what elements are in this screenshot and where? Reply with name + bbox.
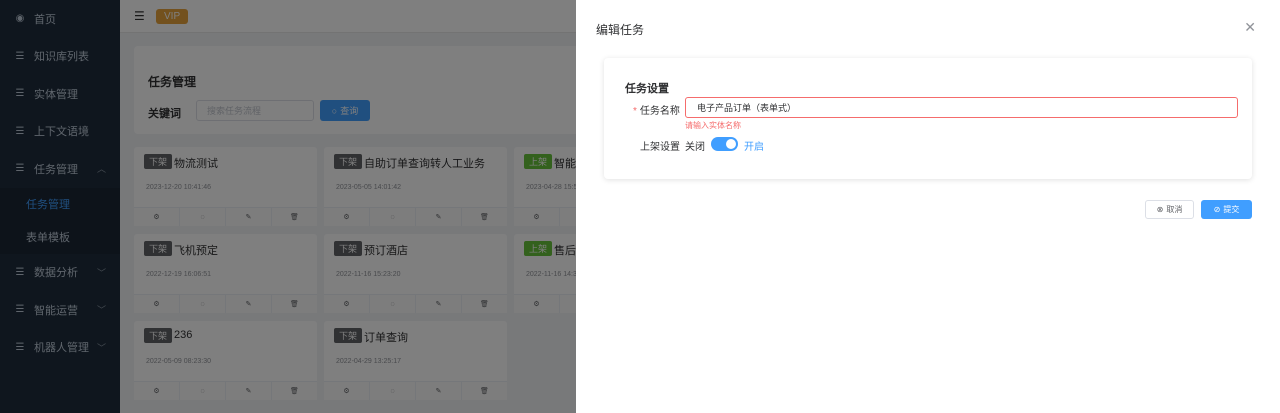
validation-error: 请输入实体名称 — [685, 121, 741, 130]
check-circle-icon: ⊘ — [1213, 205, 1221, 214]
task-name-label: * 任务名称 — [633, 102, 680, 117]
close-icon[interactable]: ✕ — [1244, 19, 1256, 36]
switch-on-label: 开启 — [744, 142, 764, 153]
required-asterisk: * — [633, 106, 637, 117]
cancel-circle-icon: ⊗ — [1156, 205, 1164, 214]
section-title: 任务设置 — [625, 83, 669, 95]
task-name-label-text: 任务名称 — [639, 106, 680, 117]
shelf-setting-label: 上架设置 — [640, 142, 680, 153]
drawer-title: 编辑任务 — [596, 23, 645, 37]
task-settings-form: 任务设置 * 任务名称 电子产品订单（表单式） 请输入实体名称 上架设置 关闭 开… — [604, 58, 1252, 179]
task-name-input[interactable]: 电子产品订单（表单式） — [685, 97, 1238, 118]
submit-button[interactable]: ⊘ 提交 — [1201, 200, 1252, 219]
edit-task-drawer: 编辑任务 ✕ 任务设置 * 任务名称 电子产品订单（表单式） 请输入实体名称 上架… — [576, 0, 1280, 413]
switch-off-label: 关闭 — [685, 142, 705, 153]
submit-button-label: 提交 — [1223, 205, 1240, 214]
cancel-button[interactable]: ⊗ 取消 — [1145, 200, 1194, 219]
cancel-button-label: 取消 — [1166, 205, 1183, 214]
shelf-toggle[interactable] — [711, 137, 738, 151]
